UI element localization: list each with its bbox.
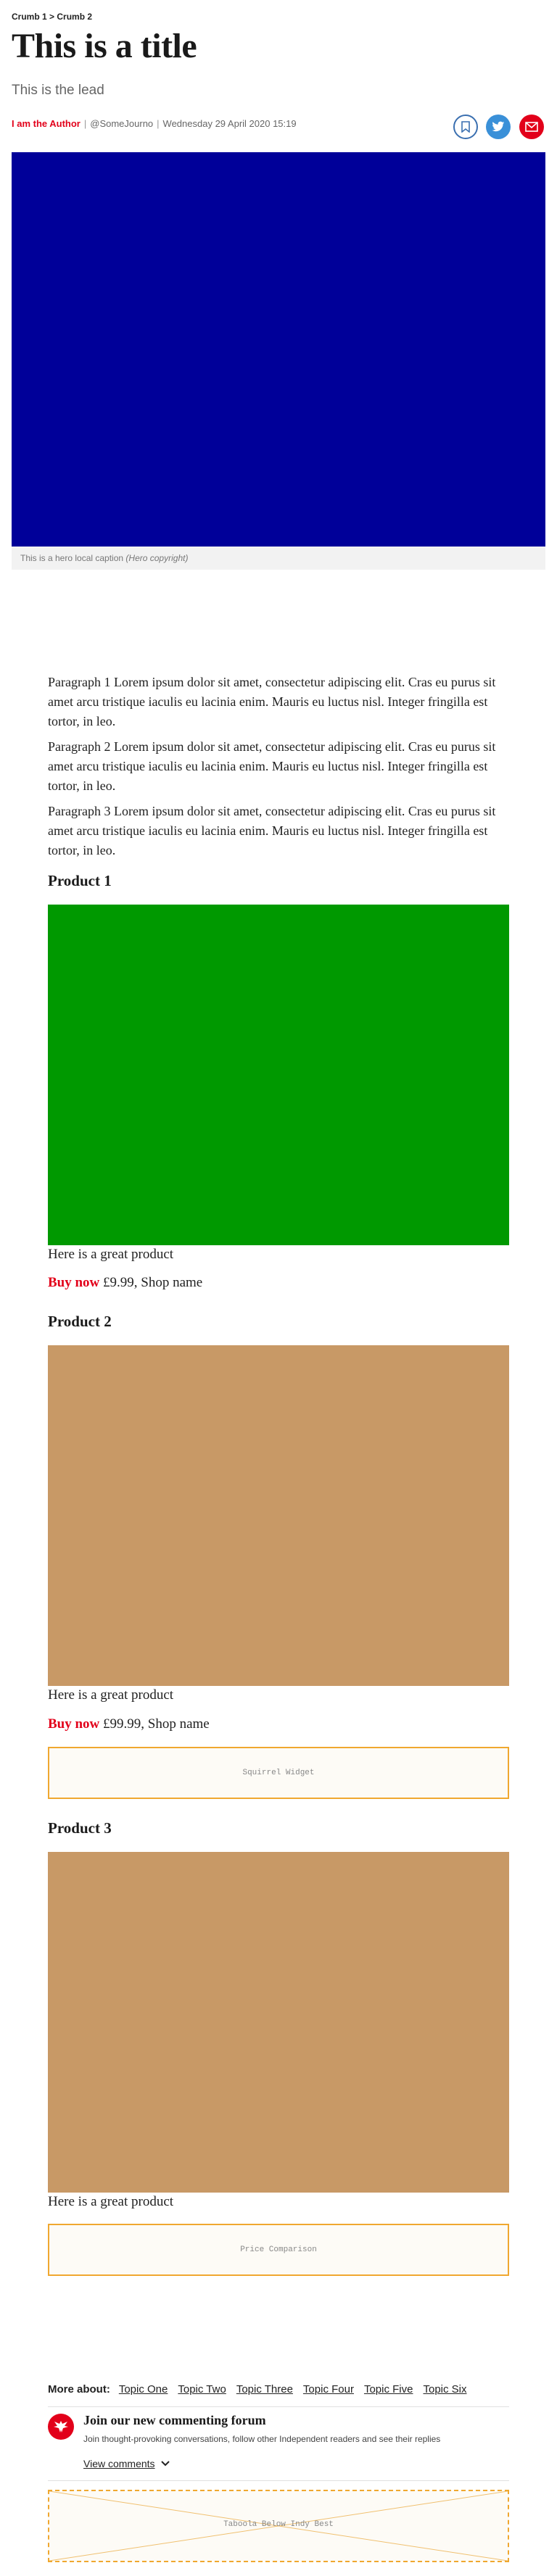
hero-image [12,152,545,547]
email-icon [525,122,538,132]
topic-link[interactable]: Topic Two [178,2383,226,2396]
taboola-widget: Taboola Below Indy Best [48,2490,509,2562]
body-paragraph: Paragraph 1 Lorem ipsum dolor sit amet, … [48,675,496,728]
independent-eagle-icon [48,2414,74,2440]
product-heading: Product 3 [48,1819,112,1837]
product-image[interactable] [48,1345,509,1686]
product-description: Here is a great product [48,1247,174,1262]
hero-caption: This is a hero local caption (Hero copyr… [12,547,545,570]
buy-row: Buy now £9.99, Shop name [48,1275,202,1291]
byline: I am the Author | @SomeJourno | Wednesda… [12,118,297,129]
byline-divider: | [157,118,160,129]
bookmark-icon [461,121,470,133]
squirrel-widget: Squirrel Widget [48,1747,509,1799]
page-title: This is a title [12,27,197,65]
comment-forum-subtitle: Join thought-provoking conversations, fo… [83,2434,441,2444]
bookmark-button[interactable] [453,115,478,139]
email-share-button[interactable] [519,115,544,139]
squirrel-widget-label: Squirrel Widget [242,1769,315,1777]
author-link[interactable]: I am the Author [12,118,81,129]
divider [48,2480,509,2481]
breadcrumb-crumb-2[interactable]: Crumb 2 [57,12,92,22]
product-description: Here is a great product [48,2194,174,2209]
twitter-share-button[interactable] [486,115,511,139]
view-comments-label: View comments [83,2458,155,2469]
topic-link[interactable]: Topic Four [303,2383,354,2396]
buy-row: Buy now £99.99, Shop name [48,1716,210,1732]
product-heading: Product 2 [48,1313,112,1330]
product-image[interactable] [48,905,509,1245]
article-lead: This is the lead [12,83,104,98]
product-description: Here is a great product [48,1687,174,1703]
hero-copyright: (Hero copyright) [125,553,189,563]
topic-link[interactable]: Topic Five [364,2383,413,2396]
product-price: £9.99, Shop name [103,1275,203,1290]
topic-link[interactable]: Topic One [119,2383,168,2396]
taboola-label: Taboola Below Indy Best [223,2520,334,2529]
breadcrumb: Crumb 1 > Crumb 2 [12,12,92,22]
topic-link[interactable]: Topic Three [236,2383,293,2396]
body-paragraph: Paragraph 3 Lorem ipsum dolor sit amet, … [48,804,496,857]
comment-forum-title: Join our new commenting forum [83,2413,266,2427]
price-comparison-widget: Price Comparison [48,2224,509,2276]
product-heading: Product 1 [48,872,112,889]
author-handle[interactable]: @SomeJourno [90,118,153,129]
chevron-down-icon [160,2461,170,2467]
view-comments-button[interactable]: View comments [83,2458,170,2469]
hero-caption-text: This is a hero local caption [20,553,124,563]
body-paragraph: Paragraph 2 Lorem ipsum dolor sit amet, … [48,739,496,793]
breadcrumb-separator: > [49,12,55,22]
byline-divider: | [83,118,87,129]
breadcrumb-crumb-1[interactable]: Crumb 1 [12,12,47,22]
divider [48,2406,509,2407]
price-comparison-label: Price Comparison [240,2245,317,2254]
topic-link[interactable]: Topic Six [423,2383,466,2396]
publish-date: Wednesday 29 April 2020 15:19 [162,118,297,129]
more-about: More about: Topic One Topic Two Topic Th… [48,2383,477,2396]
product-price: £99.99, Shop name [103,1716,210,1732]
more-about-label: More about: [48,2383,110,2396]
product-image[interactable] [48,1852,509,2193]
buy-now-link[interactable]: Buy now [48,1716,99,1732]
buy-now-link[interactable]: Buy now [48,1275,99,1290]
twitter-icon [492,121,505,132]
